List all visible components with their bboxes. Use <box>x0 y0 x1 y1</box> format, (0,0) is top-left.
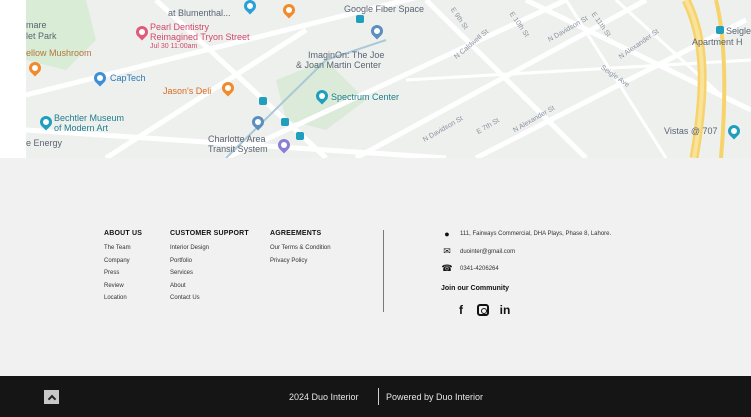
map-label-reimagined-tryon: Reimagined Tryon Street <box>150 32 250 42</box>
footer-about-column: ABOUT US The Team Company Press Review L… <box>104 230 142 305</box>
map-label-charlotte-area: Charlotte Area <box>208 134 266 144</box>
footer-address: ● 111, Fairways Commercial, DHA Plays, P… <box>441 229 611 239</box>
map-label-bechtler-2: of Modern Art <box>54 123 109 133</box>
footer-link-portfolio[interactable]: Portfolio <box>170 255 249 268</box>
footer-email-text[interactable]: duointer@gmail.com <box>460 249 515 255</box>
transit-stop-icon[interactable] <box>259 97 267 105</box>
map-label-yellow-mushroom: ellow Mushroom <box>26 48 92 58</box>
footer-link-privacy[interactable]: Privacy Policy <box>270 255 331 268</box>
footer-link-press[interactable]: Press <box>104 267 142 280</box>
map-label-seigle: Seigle <box>726 26 751 36</box>
scroll-to-top-button[interactable] <box>44 390 59 404</box>
footer-socials: f in <box>454 303 512 317</box>
footer-agreements-title: AGREEMENTS <box>270 230 322 237</box>
map-label-jasons-deli: Jason's Deli <box>163 86 212 96</box>
footer-link-company[interactable]: Company <box>104 255 142 268</box>
instagram-icon[interactable] <box>477 304 489 316</box>
footer-link-interior-design[interactable]: Interior Design <box>170 242 249 255</box>
map-label-blumenthal: at Blumenthal... <box>168 8 231 18</box>
transit-stop-icon[interactable] <box>716 26 724 34</box>
copyright-text: 2024 Duo Interior <box>289 392 359 402</box>
transit-stop-icon[interactable] <box>281 118 289 126</box>
location-pin-icon: ● <box>444 229 450 239</box>
footer-link-services[interactable]: Services <box>170 267 249 280</box>
footer-link-review[interactable]: Review <box>104 280 142 293</box>
map-label-transit-system: Transit System <box>208 144 268 154</box>
map-label-imaginon: ImaginOn: The Joe <box>308 50 385 60</box>
footer-agreements-column: AGREEMENTS Our Terms & Condition Privacy… <box>270 230 331 267</box>
facebook-icon[interactable]: f <box>454 303 468 317</box>
footer-email[interactable]: ✉ duointer@gmail.com <box>441 246 515 257</box>
footer-divider <box>383 230 384 312</box>
footer-about-title: ABOUT US <box>104 230 143 237</box>
footer-phone[interactable]: ☎ 0341-4206264 <box>441 263 499 274</box>
map-label-bechtler: Bechtler Museum <box>54 113 125 123</box>
footer-link-contact-us[interactable]: Contact Us <box>170 292 249 305</box>
chevron-up-icon <box>47 394 56 403</box>
footer-link-about[interactable]: About <box>170 280 249 293</box>
map-label-imaginon-2: & Joan Martin Center <box>296 60 382 70</box>
map-label-event-time: Jul 30 11:00am <box>150 43 198 50</box>
powered-by-text: Powered by Duo Interior <box>386 392 484 402</box>
footer-link-the-team[interactable]: The Team <box>104 242 142 255</box>
map-label-energy: e Energy <box>26 138 63 148</box>
footer-phone-text[interactable]: 0341-4206264 <box>460 266 499 272</box>
map-label-park: let Park <box>26 31 57 41</box>
map-label-google-fiber: Google Fiber Space <box>344 4 425 14</box>
map-label-captech: CapTech <box>110 73 146 83</box>
footer-support-title: CUSTOMER SUPPORT <box>170 230 249 237</box>
transit-stop-icon[interactable] <box>356 15 364 23</box>
linkedin-icon[interactable]: in <box>498 303 512 317</box>
map-label-seigle-apartment: Apartment H <box>692 37 743 47</box>
footer-bottom-bar: 2024 Duo Interior Powered by Duo Interio… <box>0 376 751 417</box>
mail-icon: ✉ <box>443 246 451 256</box>
map-label-vistas: Vistas @ 707 <box>664 126 718 136</box>
footer-link-terms[interactable]: Our Terms & Condition <box>270 242 331 255</box>
transit-stop-icon[interactable] <box>296 132 304 140</box>
footer-community-title: Join our Community <box>441 285 510 292</box>
map-embed[interactable]: at Blumenthal... Pearl Dentistry Reimagi… <box>26 0 751 158</box>
map-label-spectrum-center: Spectrum Center <box>331 92 400 102</box>
map-label-pearl-dentistry: Pearl Dentistry <box>150 22 210 32</box>
footer-support-column: CUSTOMER SUPPORT Interior Design Portfol… <box>170 230 249 305</box>
footer-link-location[interactable]: Location <box>104 292 142 305</box>
footer-address-text: 111, Fairways Commercial, DHA Plays, Pha… <box>460 231 612 237</box>
site-footer: ABOUT US The Team Company Press Review L… <box>0 158 751 376</box>
phone-icon: ☎ <box>441 263 453 273</box>
map-label-mare: mare <box>26 20 47 30</box>
bottom-bar-divider <box>378 388 379 405</box>
